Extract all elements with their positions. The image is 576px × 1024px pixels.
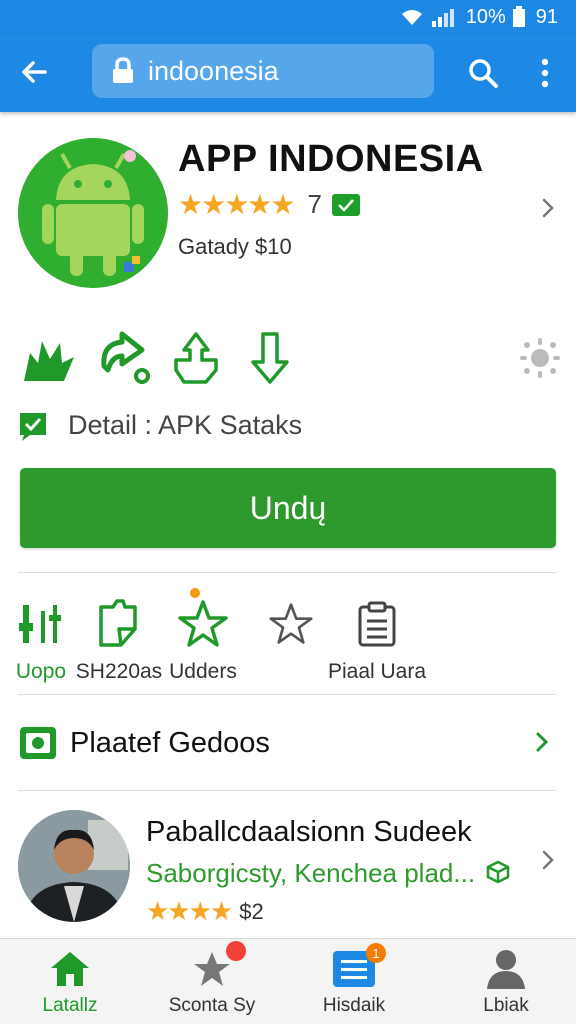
hand-up-icon <box>174 332 218 384</box>
review-subtitle: Saborgicsty, Kenchea plad... <box>146 858 476 888</box>
wifi-icon <box>400 7 424 27</box>
arrow-down-icon <box>251 332 289 384</box>
battery-percent: 10% <box>465 5 506 28</box>
more-vert-icon <box>541 58 549 88</box>
app-screen: 10% 91 indoonesia APP INDONESIA ★★★★★ 7 … <box>0 0 576 1024</box>
detail-label: Detail : APK Sataks <box>68 410 303 440</box>
nav-label: Sconta Sy <box>168 995 256 1016</box>
more-options-button[interactable] <box>530 52 560 94</box>
lock-icon <box>113 57 133 83</box>
section-header[interactable]: Plaatef Gedoos <box>18 718 558 768</box>
settings-icon[interactable] <box>518 336 562 380</box>
app-bar <box>0 34 576 112</box>
clock: 91 <box>535 5 558 28</box>
search-bar[interactable] <box>92 44 434 98</box>
clipboard-icon <box>91 596 147 652</box>
section-title: Plaatef Gedoos <box>70 726 270 759</box>
search-input[interactable] <box>148 55 408 87</box>
list-icon: 1 <box>332 943 386 989</box>
app-rating: ★★★★★ 7 <box>178 188 360 221</box>
app-price: Gatady $10 <box>178 234 292 259</box>
review-item[interactable]: Paballcdaalsionn Sudeek Saborgicsty, Ken… <box>0 808 576 934</box>
review-title: Paballcdaalsionn Sudeek <box>146 816 472 848</box>
nav-item-top[interactable]: Sconta Sy <box>152 941 272 1021</box>
app-header[interactable]: APP INDONESIA ★★★★★ 7 Gatady $10 <box>0 112 576 312</box>
chevron-right-icon[interactable] <box>536 196 560 220</box>
rating-stars: ★★★★★ <box>178 189 296 220</box>
signal-icon <box>430 7 456 27</box>
back-button[interactable] <box>14 52 54 92</box>
search-button[interactable] <box>462 52 504 94</box>
feature-item-5[interactable]: Piaal Uara <box>322 596 432 686</box>
nav-item-home[interactable]: Latallz <box>10 949 130 1021</box>
notification-badge: 1 <box>366 943 386 963</box>
rating-count: 7 <box>307 189 322 219</box>
divider <box>18 790 556 791</box>
review-price: $2 <box>239 898 264 924</box>
star-outline-green-icon <box>175 596 231 652</box>
thumb-action-button[interactable] <box>166 328 226 388</box>
screen-record-icon <box>20 727 56 759</box>
bottom-nav: Latallz Sconta Sy 1 Hisdaik Lbiak <box>0 938 576 1024</box>
nav-label: Lbiak <box>483 995 529 1016</box>
download-action-button[interactable] <box>240 328 300 388</box>
detail-row: Detail : APK Sataks <box>18 410 302 441</box>
divider <box>18 694 556 695</box>
back-arrow-icon <box>22 61 47 83</box>
app-title: APP INDONESIA <box>178 138 484 180</box>
download-button[interactable]: Undų <box>20 468 556 548</box>
sliders-icon <box>13 596 69 652</box>
avatar <box>18 810 130 922</box>
review-rating: ★★★★ $2 <box>146 896 264 927</box>
divider <box>18 572 556 573</box>
star-outline-icon <box>263 596 319 652</box>
notification-dot <box>190 588 200 598</box>
document-icon <box>349 596 405 652</box>
chevron-right-icon[interactable] <box>530 730 554 754</box>
leaf-action-button[interactable] <box>18 328 78 388</box>
nav-label: Hisdaik <box>322 995 386 1016</box>
action-icons-row <box>0 328 576 394</box>
leaf-icon <box>24 341 74 381</box>
status-bar: 10% 91 <box>0 0 576 34</box>
nav-item-list[interactable]: 1 Hisdaik <box>294 943 414 1021</box>
verified-badge-icon <box>331 193 360 216</box>
person-icon <box>484 949 528 989</box>
chat-check-icon <box>20 412 46 441</box>
share-icon <box>101 331 150 384</box>
home-icon <box>48 949 92 989</box>
share-action-button[interactable] <box>96 328 156 388</box>
package-icon <box>486 860 510 884</box>
nav-item-profile[interactable]: Lbiak <box>446 949 566 1021</box>
notification-dot <box>226 941 246 961</box>
search-icon <box>469 59 498 88</box>
star-icon <box>190 941 246 989</box>
rating-stars: ★★★★ <box>146 896 233 926</box>
battery-icon <box>512 6 526 28</box>
nav-label: Latallz <box>42 995 98 1016</box>
feature-label: Piaal Uara <box>327 660 427 683</box>
chevron-right-icon[interactable] <box>536 848 560 872</box>
android-logo-icon <box>18 138 168 288</box>
